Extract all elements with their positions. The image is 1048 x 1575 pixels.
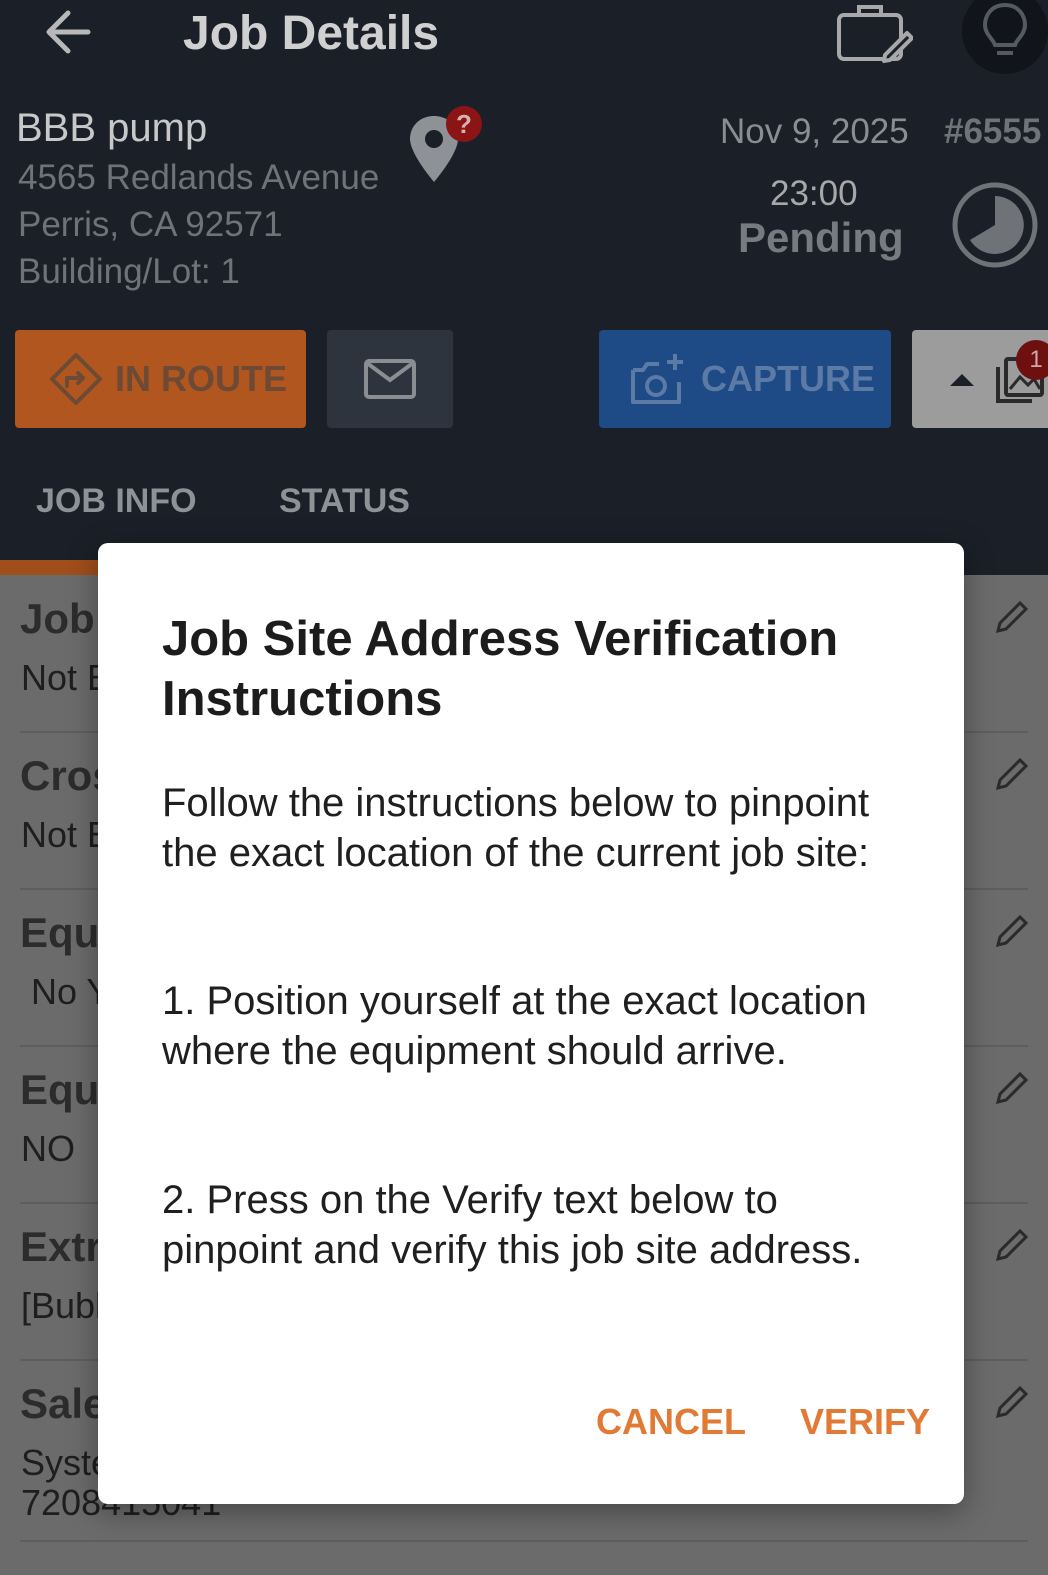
dialog-step-2: 2. Press on the Verify text below to pin… xyxy=(162,1178,863,1272)
directions-icon xyxy=(50,353,102,405)
field-title: Sale xyxy=(20,1380,107,1427)
camera-plus-icon xyxy=(631,354,683,404)
dialog-title: Job Site Address Verification Instructio… xyxy=(162,612,839,726)
building-lot: Building/Lot: 1 xyxy=(18,252,240,291)
gallery-count-badge: 1 xyxy=(1016,340,1048,380)
pencil-icon[interactable] xyxy=(994,758,1028,792)
edit-job-button[interactable] xyxy=(834,0,914,64)
pencil-icon[interactable] xyxy=(994,1229,1028,1263)
field-title: Job xyxy=(20,595,95,642)
tab-status[interactable]: STATUS xyxy=(279,482,410,521)
field-value: No Y xyxy=(21,971,111,1012)
location-unverified-badge: ? xyxy=(446,106,482,142)
pencil-icon[interactable] xyxy=(994,601,1028,635)
field-title: Extr xyxy=(20,1223,102,1270)
clock-pie-icon xyxy=(952,182,1038,268)
verify-button[interactable]: VERIFY xyxy=(800,1401,930,1443)
pencil-icon[interactable] xyxy=(994,915,1028,949)
lightbulb-icon xyxy=(982,2,1028,55)
location-pin-button[interactable]: ? xyxy=(404,106,486,188)
field-value: NO xyxy=(21,1128,75,1169)
mail-icon xyxy=(364,359,416,399)
job-status: Pending xyxy=(738,214,904,261)
customer-name: BBB pump xyxy=(16,106,208,150)
in-route-button[interactable]: IN ROUTE xyxy=(15,330,306,428)
page-title: Job Details xyxy=(183,7,440,60)
capture-label: CAPTURE xyxy=(701,358,876,399)
tab-job-info[interactable]: JOB INFO xyxy=(36,482,197,521)
back-arrow-icon xyxy=(46,10,91,54)
briefcase-edit-icon xyxy=(837,5,913,63)
caret-up-icon xyxy=(950,374,974,386)
job-time: 23:00 xyxy=(770,174,858,213)
capture-button[interactable]: CAPTURE xyxy=(599,330,891,428)
field-value: [Bubl xyxy=(21,1285,104,1326)
back-button[interactable] xyxy=(38,6,98,58)
gallery-button[interactable]: 1 xyxy=(912,330,1048,428)
address-line-2: Perris, CA 92571 xyxy=(18,205,283,244)
job-date: Nov 9, 2025 xyxy=(720,112,909,151)
dialog-intro: Follow the instructions below to pinpoin… xyxy=(162,781,870,875)
address-verification-dialog: Job Site Address Verification Instructio… xyxy=(98,543,964,1504)
job-number: #6555 xyxy=(944,112,1042,151)
pencil-icon[interactable] xyxy=(994,1386,1028,1420)
message-button[interactable] xyxy=(327,330,453,428)
cancel-button[interactable]: CANCEL xyxy=(596,1401,746,1443)
dialog-step-1: 1. Position yourself at the exact locati… xyxy=(162,979,867,1073)
address-line-1: 4565 Redlands Avenue xyxy=(18,158,380,197)
tips-button[interactable] xyxy=(962,0,1048,74)
status-progress xyxy=(950,180,1040,270)
pencil-icon[interactable] xyxy=(994,1072,1028,1106)
job-header: Job Details BBB pump 4565 Redlands Avenu… xyxy=(0,0,1048,575)
in-route-label: IN ROUTE xyxy=(115,358,288,399)
